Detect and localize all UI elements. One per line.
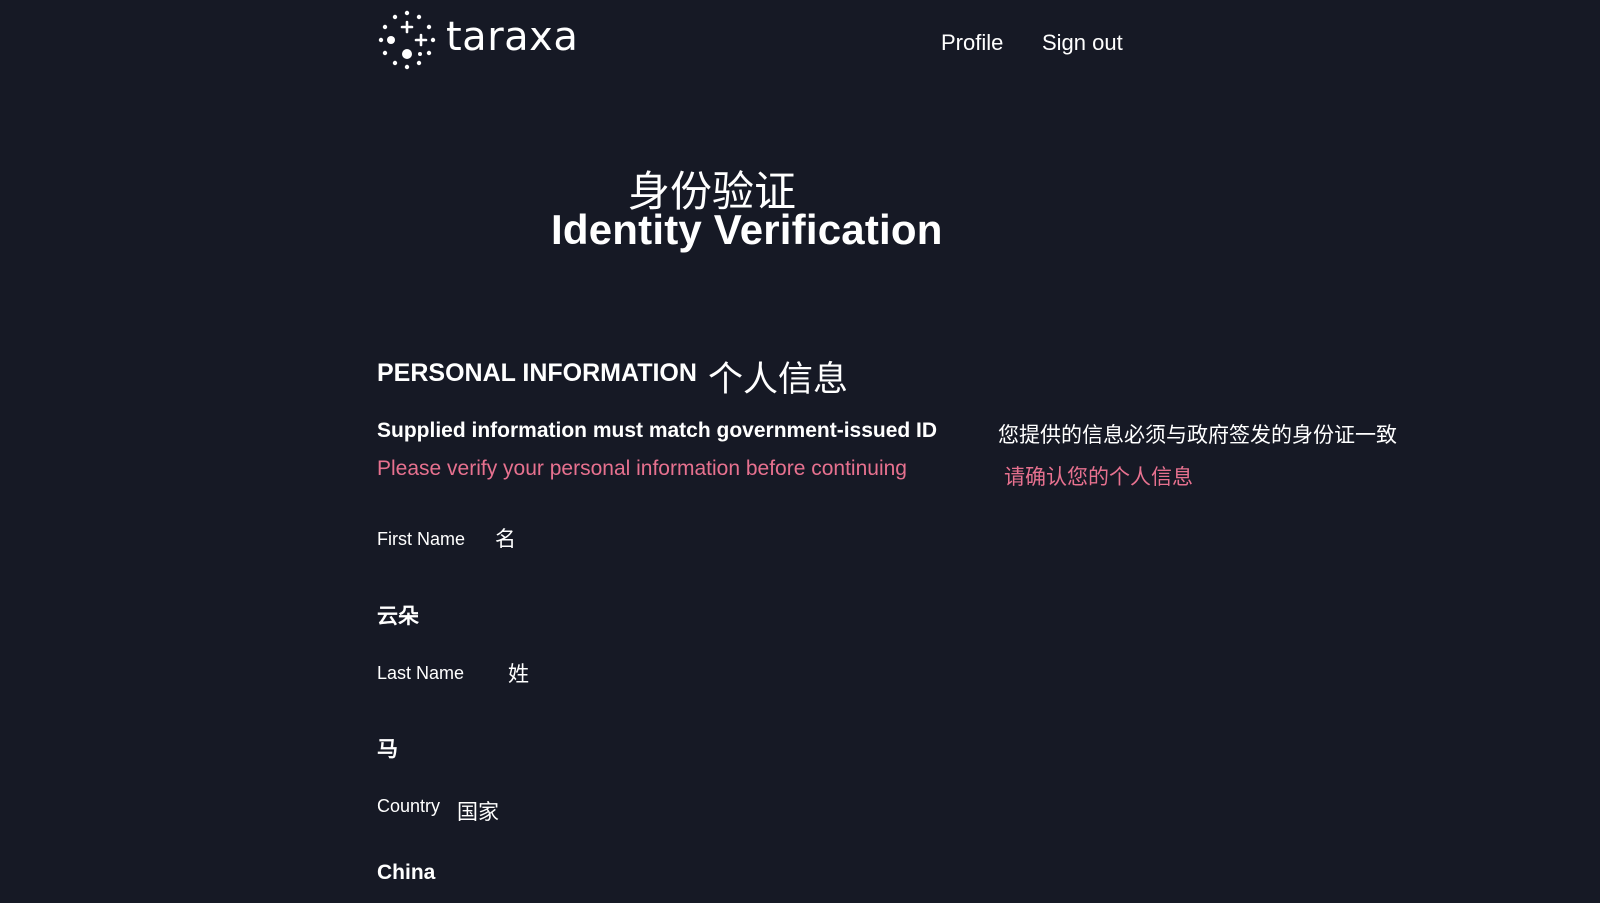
section-heading: PERSONAL INFORMATION: [377, 359, 697, 387]
nav-sign-out-link[interactable]: Sign out: [1042, 30, 1123, 56]
last-name-value: 马: [377, 738, 398, 761]
logo-wordmark[interactable]: taraxa: [446, 14, 578, 60]
nav-profile-link[interactable]: Profile: [941, 30, 1003, 56]
verify-warning-cn: 请确认您的个人信息: [1004, 466, 1193, 489]
page-title: Identity Verification: [551, 206, 943, 253]
verify-warning: Please verify your personal information …: [377, 457, 907, 480]
id-match-notice-cn: 您提供的信息必须与政府签发的身份证一致: [998, 424, 1397, 447]
last-name-label: Last Name: [377, 663, 465, 683]
last-name-label-cn: 姓: [508, 663, 529, 686]
country-value: China: [377, 861, 436, 884]
id-match-notice: Supplied information must match governme…: [377, 419, 938, 442]
section-heading-cn: 个人信息: [708, 360, 849, 399]
taraxa-logo-icon[interactable]: [376, 9, 438, 71]
first-name-value: 云朵: [377, 605, 419, 628]
first-name-label-cn: 名: [495, 528, 516, 551]
first-name-label: First Name: [377, 529, 466, 549]
country-label: Country: [377, 796, 441, 816]
country-label-cn: 国家: [457, 801, 499, 824]
